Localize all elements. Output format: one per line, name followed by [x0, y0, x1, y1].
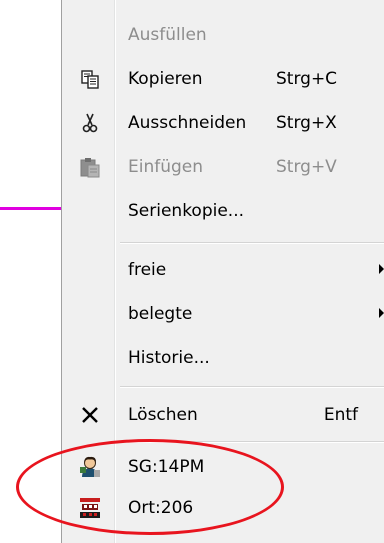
menu-separator	[120, 441, 384, 443]
menu-item-ausschneiden[interactable]: Ausschneiden Strg+X	[62, 105, 384, 141]
menu-item-sg[interactable]: SG:14PM	[62, 449, 384, 485]
menu-item-label: Ort:206	[128, 498, 194, 518]
scissors-icon	[78, 111, 102, 135]
menu-item-label: Serienkopie...	[128, 201, 245, 221]
menu-item-shortcut: Strg+X	[276, 113, 337, 133]
submenu-arrow-icon	[379, 264, 384, 274]
menu-item-ausfuellen[interactable]: Ausfüllen	[62, 17, 384, 53]
menu-item-label: SG:14PM	[128, 457, 205, 477]
delete-x-icon	[78, 403, 102, 427]
menu-item-label: Historie...	[128, 348, 210, 368]
menu-item-freie[interactable]: freie	[62, 252, 384, 288]
menu-item-shortcut: Entf	[323, 405, 358, 425]
menu-item-label: Löschen	[128, 405, 198, 425]
menu-item-label: freie	[128, 260, 167, 280]
paste-icon	[78, 155, 102, 179]
menu-item-loeschen[interactable]: Löschen Entf	[62, 397, 384, 433]
context-menu: Ausfüllen Kopieren Strg+C Ausschneiden S…	[61, 0, 384, 543]
person-icon	[78, 455, 102, 479]
pointer-line	[0, 207, 62, 210]
menu-separator	[120, 242, 384, 244]
menu-item-belegte[interactable]: belegte	[62, 296, 384, 332]
menu-item-label: Einfügen	[128, 157, 204, 177]
menu-separator	[120, 386, 384, 388]
menu-item-label: Ausfüllen	[128, 25, 207, 45]
menu-item-einfuegen[interactable]: Einfügen Strg+V	[62, 149, 384, 185]
menu-item-kopieren[interactable]: Kopieren Strg+C	[62, 61, 384, 97]
menu-item-label: Kopieren	[128, 69, 203, 89]
menu-item-shortcut: Strg+C	[276, 69, 338, 89]
copy-icon	[78, 67, 102, 91]
menu-item-label: Ausschneiden	[128, 113, 247, 133]
screenshot-stage: Ausfüllen Kopieren Strg+C Ausschneiden S…	[0, 0, 384, 543]
menu-item-shortcut: Strg+V	[276, 157, 337, 177]
building-icon	[78, 496, 102, 520]
menu-item-label: belegte	[128, 304, 193, 324]
submenu-arrow-icon	[379, 308, 384, 318]
menu-item-serienkopie[interactable]: Serienkopie...	[62, 193, 384, 229]
menu-item-historie[interactable]: Historie...	[62, 340, 384, 376]
menu-item-ort[interactable]: Ort:206	[62, 490, 384, 526]
